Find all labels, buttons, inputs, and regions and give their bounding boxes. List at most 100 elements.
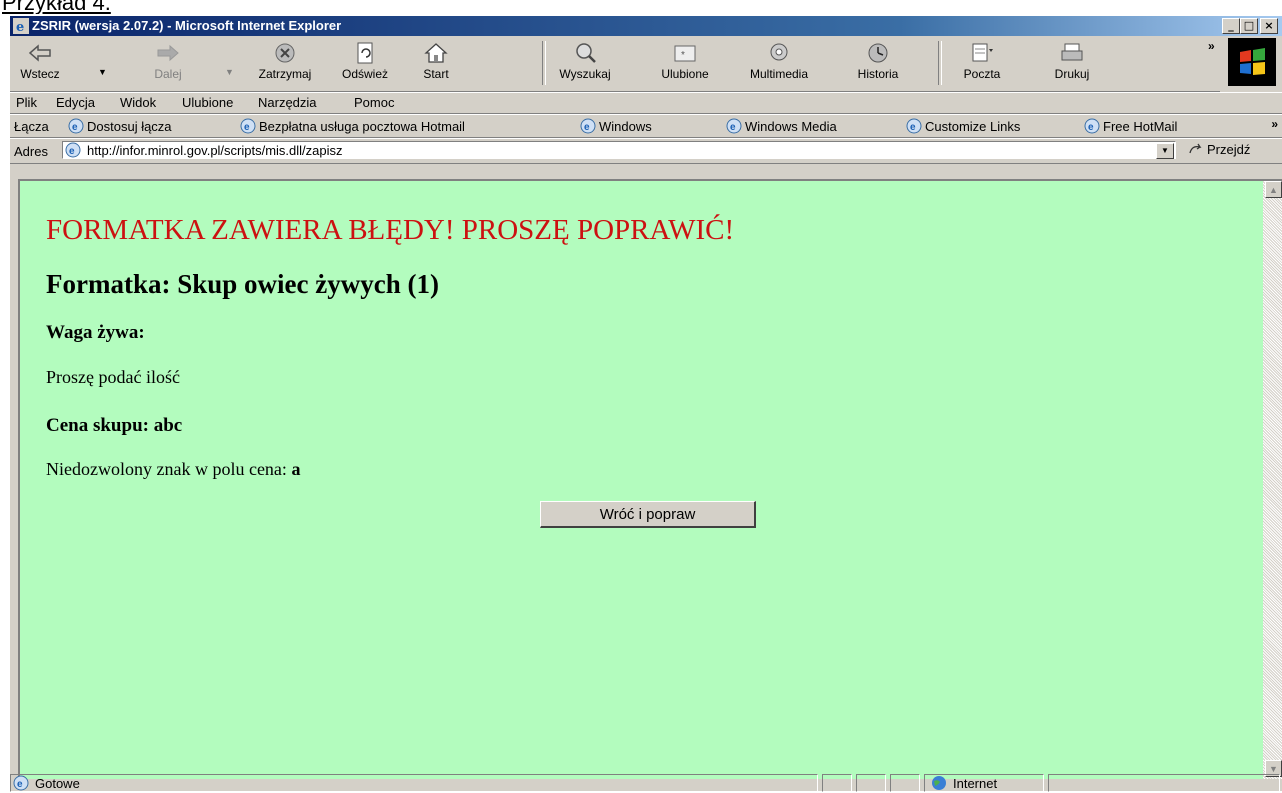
status-bar: e Gotowe Internet — [10, 773, 1282, 793]
status-cell — [856, 774, 886, 792]
ie-page-icon: e — [906, 118, 922, 134]
menu-edycja[interactable]: Edycja — [56, 95, 95, 110]
svg-text:e: e — [1088, 122, 1094, 133]
address-bar: Adres e http://infor.minrol.gov.pl/scrip… — [10, 138, 1282, 164]
links-bar: Łącza e Dostosuj łącza e Bezpłatna usług… — [10, 114, 1282, 138]
back-arrow-icon — [28, 44, 51, 62]
address-dropdown-icon[interactable]: ▼ — [1156, 143, 1174, 159]
ie-page-icon: e — [580, 118, 596, 134]
minimize-button[interactable]: _ — [1222, 18, 1240, 34]
print-button[interactable]: Drukuj — [1044, 39, 1100, 89]
media-button[interactable]: Multimedia — [738, 39, 820, 89]
go-label: Przejdź — [1207, 142, 1251, 157]
toolbar-more-chevron-icon[interactable]: » — [1208, 39, 1215, 53]
refresh-button[interactable]: Odśwież — [330, 39, 400, 89]
status-cell — [1048, 774, 1280, 792]
link-windows-media[interactable]: e Windows Media — [726, 117, 837, 135]
ie-page-icon: e — [13, 775, 29, 791]
refresh-icon — [357, 42, 373, 64]
stop-button[interactable]: Zatrzymaj — [250, 39, 320, 89]
forward-dropdown-icon[interactable]: ▼ — [225, 67, 234, 77]
search-icon — [576, 43, 596, 63]
svg-text:e: e — [244, 122, 250, 133]
globe-icon — [932, 776, 946, 790]
menu-ulubione[interactable]: Ulubione — [182, 95, 233, 110]
forward-button[interactable]: Dalej — [140, 39, 196, 89]
search-button[interactable]: Wyszukaj — [550, 39, 620, 89]
link-free-hotmail[interactable]: e Free HotMail — [1084, 117, 1177, 135]
form-title: Formatka: Skup owiec żywych (1) — [46, 269, 439, 299]
ie-page-icon: e — [68, 118, 84, 134]
status-cell — [822, 774, 852, 792]
menu-pomoc[interactable]: Pomoc — [354, 95, 394, 110]
home-icon — [424, 43, 448, 63]
page-content: FORMATKA ZAWIERA BŁĘDY! PROSZĘ POPRAWIĆ!… — [18, 179, 1263, 779]
field-waga-error: Proszę podać ilość — [46, 367, 180, 387]
link-windows[interactable]: e Windows — [580, 117, 652, 135]
stop-label: Zatrzymaj — [258, 67, 312, 81]
menu-narzedzia[interactable]: Narzędzia — [258, 95, 317, 110]
windows-logo-icon — [1228, 38, 1276, 86]
maximize-button[interactable]: □ — [1240, 18, 1258, 34]
home-label: Start — [423, 67, 449, 81]
print-label: Drukuj — [1054, 67, 1090, 81]
security-zone: Internet — [924, 774, 1044, 792]
svg-text:e: e — [584, 122, 590, 133]
title-bar: e ZSRIR (wersja 2.07.2) - Microsoft Inte… — [10, 16, 1282, 36]
svg-text:e: e — [730, 122, 736, 133]
history-label: Historia — [857, 67, 899, 81]
links-label: Łącza — [14, 119, 49, 134]
favorites-label: Ulubione — [661, 67, 709, 81]
history-icon — [868, 43, 888, 63]
link-label: Dostosuj łącza — [87, 118, 172, 134]
ie-logo-icon: e — [13, 18, 29, 34]
address-label: Adres — [14, 144, 48, 159]
ie-page-icon: e — [726, 118, 742, 134]
back-dropdown-icon[interactable]: ▼ — [98, 67, 107, 77]
ie-page-icon: e — [240, 118, 256, 134]
link-dostosuj[interactable]: e Dostosuj łącza — [68, 117, 172, 135]
error-heading: FORMATKA ZAWIERA BŁĘDY! PROSZĘ POPRAWIĆ! — [46, 214, 735, 246]
link-customize[interactable]: e Customize Links — [906, 117, 1020, 135]
favorites-button[interactable]: * Ulubione — [650, 39, 720, 89]
standard-toolbar: Wstecz ▼ Dalej ▼ Zatrzymaj Odśwież Start… — [10, 37, 1220, 92]
link-hotmail-pl[interactable]: e Bezpłatna usługa pocztowa Hotmail — [240, 117, 465, 135]
window-title: ZSRIR (wersja 2.07.2) - Microsoft Intern… — [32, 18, 342, 33]
back-and-fix-button[interactable]: Wróć i popraw — [540, 501, 756, 528]
back-button[interactable]: Wstecz — [12, 39, 68, 89]
link-label: Windows — [599, 118, 652, 134]
menu-widok[interactable]: Widok — [120, 95, 156, 110]
field-cena-label: Cena skupu: abc — [46, 415, 183, 436]
svg-text:e: e — [910, 122, 916, 133]
svg-text:e: e — [72, 122, 78, 133]
menu-plik[interactable]: Plik — [16, 95, 37, 110]
svg-text:e: e — [69, 146, 75, 157]
close-button[interactable]: × — [1260, 18, 1278, 34]
address-input[interactable]: e http://infor.minrol.gov.pl/scripts/mis… — [62, 141, 1176, 159]
mail-label: Poczta — [963, 67, 1001, 81]
history-button[interactable]: Historia — [846, 39, 910, 89]
go-button[interactable]: Przejdź — [1188, 142, 1250, 157]
stop-icon — [275, 43, 295, 63]
links-more-chevron-icon[interactable]: » — [1271, 117, 1278, 131]
scroll-up-icon[interactable]: ▲ — [1265, 181, 1282, 198]
vertical-scrollbar[interactable]: ▲ ▼ — [1263, 179, 1282, 779]
ie-page-icon: e — [1084, 118, 1100, 134]
forward-arrow-icon — [157, 44, 179, 62]
media-icon — [770, 43, 788, 61]
svg-text:*: * — [681, 50, 685, 61]
home-button[interactable]: Start — [408, 39, 464, 89]
print-icon — [1061, 43, 1083, 61]
forward-label: Dalej — [154, 67, 182, 81]
link-label: Free HotMail — [1103, 118, 1178, 134]
status-text: Gotowe — [35, 776, 80, 791]
refresh-label: Odśwież — [341, 67, 388, 81]
media-label: Multimedia — [749, 67, 809, 81]
address-url: http://infor.minrol.gov.pl/scripts/mis.d… — [87, 143, 343, 158]
toolbar-separator — [938, 41, 942, 85]
mail-icon — [972, 43, 993, 62]
field-waga-label: Waga żywa: — [46, 322, 145, 343]
link-label: Windows Media — [745, 118, 837, 134]
browser-window: e ZSRIR (wersja 2.07.2) - Microsoft Inte… — [8, 14, 1282, 793]
mail-button[interactable]: Poczta — [954, 39, 1010, 89]
